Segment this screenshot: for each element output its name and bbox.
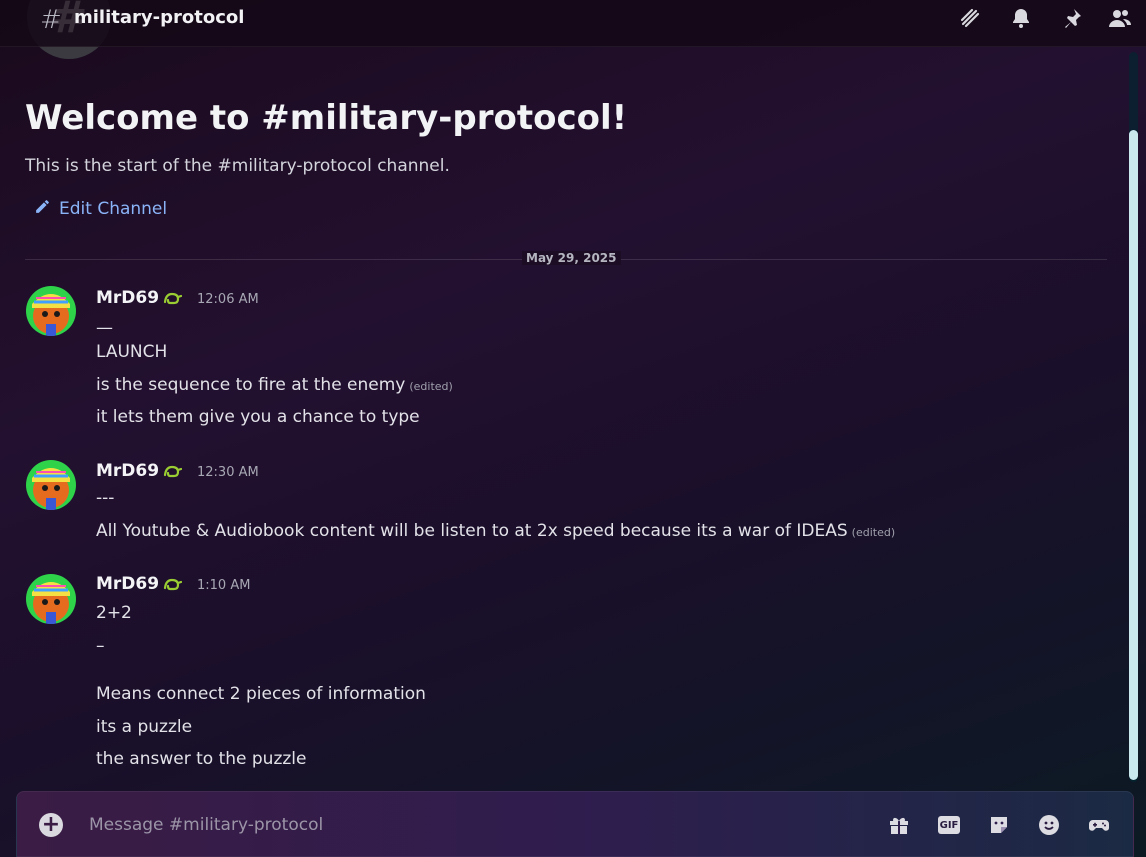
pencil-icon [34,198,51,220]
pin-icon[interactable] [1060,6,1084,30]
message-author[interactable]: MrD69 [96,461,159,481]
message-line: — [96,318,113,338]
message-input[interactable] [89,808,849,842]
message-line: its a puzzle [96,717,193,737]
members-icon[interactable] [1108,6,1132,30]
threads-icon[interactable] [958,6,982,30]
message-line: 2+2 [96,603,132,623]
emoji-icon[interactable] [1037,813,1061,837]
sticker-icon[interactable] [987,813,1011,837]
message-timestamp: 12:30 AM [197,465,259,480]
message-line: the answer to the puzzle [96,749,307,769]
message-composer: + GIF [16,791,1134,857]
edited-marker: (edited) [409,380,453,393]
avatar[interactable] [26,286,76,336]
edit-channel-button[interactable]: Edit Channel [34,198,167,220]
message-line: LAUNCH [96,342,168,362]
edit-channel-label: Edit Channel [59,199,168,219]
avatar[interactable] [26,460,76,510]
message-line: All Youtube & Audiobook content will be … [96,521,896,541]
hash-icon: # [40,5,62,35]
message-line: it lets them give you a chance to type [96,407,420,427]
welcome-subtitle: This is the start of the #military-proto… [25,156,450,176]
gift-icon[interactable] [887,813,911,837]
welcome-title: Welcome to #military-protocol! [25,98,628,138]
edited-marker: (edited) [851,526,896,539]
message-line: --- [96,488,115,508]
attach-plus-button[interactable]: + [39,813,63,837]
lizard-badge-icon [162,288,183,308]
bell-icon[interactable] [1009,6,1033,30]
channel-name: military-protocol [74,7,245,28]
gif-icon[interactable]: GIF [938,816,960,834]
message-author[interactable]: MrD69 [96,288,159,308]
activity-icon[interactable] [1087,813,1111,837]
message-line: is the sequence to fire at the enemy (edi… [96,375,453,395]
date-divider-label: May 29, 2025 [514,251,629,265]
message-timestamp: 12:06 AM [197,292,259,307]
message-scroll-area[interactable]: # Welcome to #military-protocol! This is… [0,0,1146,790]
avatar[interactable] [26,574,76,624]
lizard-badge-icon [162,574,183,594]
scrollbar-thumb[interactable] [1129,130,1138,780]
message-line: Means connect 2 pieces of information [96,684,426,704]
lizard-badge-icon [162,461,183,481]
message-timestamp: 1:10 AM [197,578,251,593]
channel-header: # military-protocol [0,0,1146,47]
message-line: – [96,636,105,656]
message-author[interactable]: MrD69 [96,574,159,594]
